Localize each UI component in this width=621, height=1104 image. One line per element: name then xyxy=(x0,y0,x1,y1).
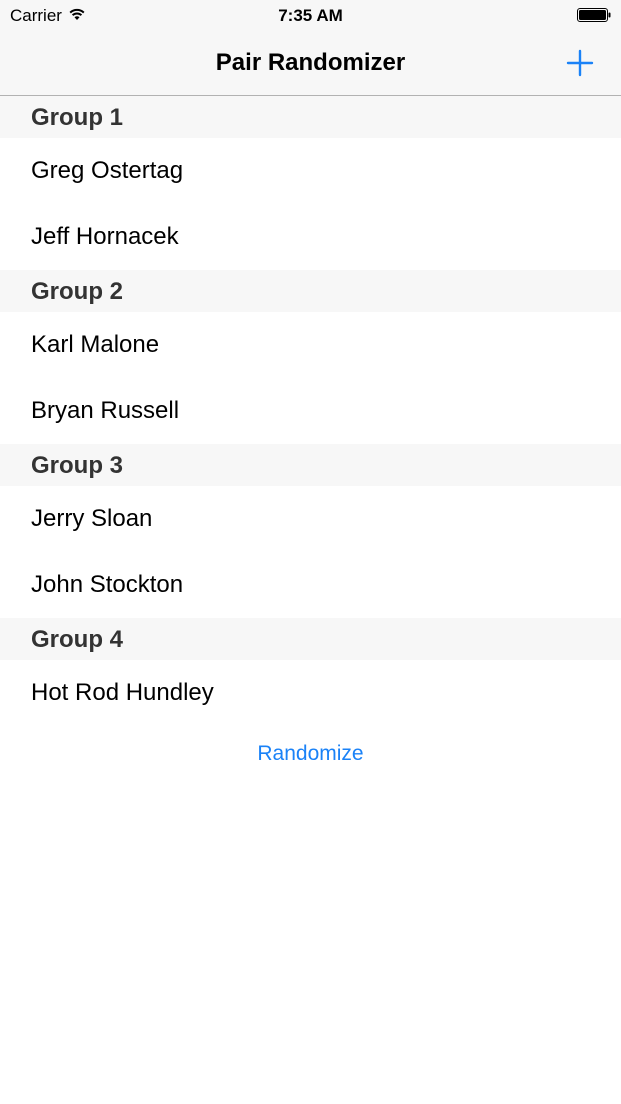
page-title: Pair Randomizer xyxy=(215,49,406,76)
section-header-group-4: Group 4 xyxy=(0,618,621,660)
section-header-group-3: Group 3 xyxy=(0,444,621,486)
list-item[interactable]: Hot Rod Hundley xyxy=(0,660,621,726)
status-bar: Carrier 7:35 AM xyxy=(0,0,621,32)
list-item[interactable]: Bryan Russell xyxy=(0,378,621,444)
navigation-bar: Pair Randomizer xyxy=(0,32,621,96)
plus-icon[interactable] xyxy=(565,48,595,78)
group-list: Group 1 Greg Ostertag Jeff Hornacek Grou… xyxy=(0,96,621,726)
add-button[interactable] xyxy=(565,48,595,78)
list-item[interactable]: John Stockton xyxy=(0,552,621,618)
list-item[interactable]: Karl Malone xyxy=(0,312,621,378)
list-item[interactable]: Jeff Hornacek xyxy=(0,204,621,270)
list-item[interactable]: Greg Ostertag xyxy=(0,138,621,204)
randomize-button[interactable]: Randomize xyxy=(0,742,621,766)
list-item[interactable]: Jerry Sloan xyxy=(0,486,621,552)
section-header-group-2: Group 2 xyxy=(0,270,621,312)
section-header-group-1: Group 1 xyxy=(0,96,621,138)
battery-icon xyxy=(577,8,612,22)
status-time: 7:35 AM xyxy=(278,6,343,25)
